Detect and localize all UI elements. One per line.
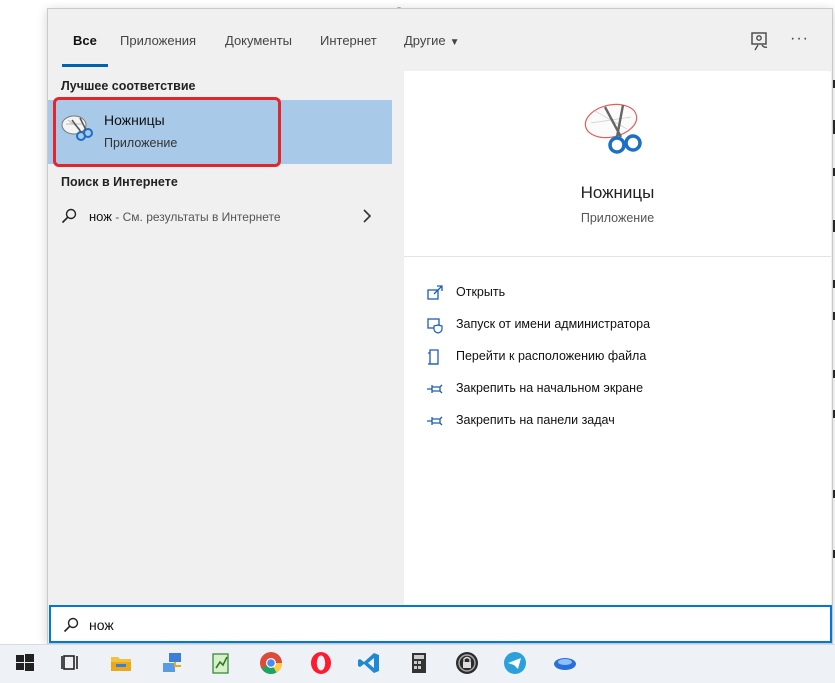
lock-app-icon[interactable] — [454, 650, 480, 676]
calculator-icon[interactable] — [406, 650, 432, 676]
active-tab-indicator — [62, 64, 108, 67]
start-search-window: Все Приложения Документы Интернет Другие… — [47, 8, 833, 644]
chevron-right-icon[interactable] — [362, 209, 372, 223]
action-open-file-location[interactable]: Перейти к расположению файла — [426, 345, 806, 369]
search-tabs: Все Приложения Документы Интернет Другие… — [48, 9, 834, 71]
action-label: Запуск от имени администратора — [456, 317, 651, 331]
task-view-icon[interactable] — [58, 650, 84, 676]
tab-all[interactable]: Все — [73, 33, 97, 48]
pin-icon — [427, 384, 443, 394]
search-icon — [63, 617, 79, 633]
vscode-icon[interactable] — [356, 650, 382, 676]
chrome-icon[interactable] — [258, 650, 284, 676]
file-explorer-icon[interactable] — [108, 650, 134, 676]
search-icon — [61, 208, 77, 224]
tab-other-label: Другие — [404, 33, 446, 48]
detail-pane: Ножницы Приложение Открыть Запуск от име… — [404, 71, 831, 611]
detail-app-name: Ножницы — [580, 183, 655, 202]
open-icon — [427, 285, 443, 300]
web-search-heading: Поиск в Интернете — [61, 175, 178, 189]
feedback-icon[interactable] — [748, 29, 772, 53]
app-detail-header: Ножницы Приложение — [404, 71, 831, 257]
desktop: Все Приложения Документы Интернет Другие… — [0, 0, 835, 683]
taskbar — [0, 644, 835, 683]
tab-documents[interactable]: Документы — [225, 33, 292, 48]
best-match-heading: Лучшее соответствие — [61, 79, 196, 93]
snipping-tool-icon — [61, 115, 93, 141]
action-label: Закрепить на начальном экране — [456, 381, 644, 395]
snipping-tool-large-icon — [584, 103, 642, 154]
results-pane: Лучшее соответствие Ножницы Приложение П… — [48, 71, 392, 611]
best-match-type: Приложение — [104, 136, 178, 150]
web-search-result[interactable]: нож - См. результаты в Интернете — [48, 199, 392, 233]
chevron-down-icon: ▼ — [449, 37, 460, 48]
tab-internet[interactable]: Интернет — [320, 33, 377, 48]
tab-other[interactable]: Другие ▼ — [404, 33, 460, 48]
detail-app-type: Приложение — [580, 211, 655, 225]
action-open[interactable]: Открыть — [426, 281, 806, 305]
web-query-hint: - См. результаты в Интернете — [111, 210, 281, 224]
telegram-icon[interactable] — [502, 650, 528, 676]
network-icon[interactable] — [160, 650, 186, 676]
action-label: Перейти к расположению файла — [456, 349, 647, 363]
opera-icon[interactable] — [308, 650, 334, 676]
best-match-name: Ножницы — [104, 112, 165, 128]
action-label: Закрепить на панели задач — [456, 413, 615, 427]
web-query-text: нож — [89, 209, 112, 224]
action-pin-to-start[interactable]: Закрепить на начальном экране — [426, 377, 806, 401]
action-pin-to-taskbar[interactable]: Закрепить на панели задач — [426, 409, 806, 433]
more-options-icon[interactable]: ··· — [790, 30, 814, 54]
best-match-item[interactable]: Ножницы Приложение — [48, 100, 392, 164]
action-run-as-admin[interactable]: Запуск от имени администратора — [426, 313, 806, 337]
windows-start-icon[interactable] — [12, 650, 38, 676]
action-label: Открыть — [456, 285, 506, 299]
search-box[interactable]: нож — [49, 605, 832, 643]
admin-shield-icon — [427, 318, 443, 334]
tab-apps[interactable]: Приложения — [120, 33, 196, 48]
notepad-icon[interactable] — [208, 650, 234, 676]
snipping-app-icon[interactable] — [552, 650, 578, 676]
pin-icon — [427, 416, 443, 426]
web-search-query: нож - См. результаты в Интернете — [89, 209, 281, 224]
search-input[interactable]: нож — [89, 617, 114, 633]
file-location-icon — [428, 349, 439, 365]
